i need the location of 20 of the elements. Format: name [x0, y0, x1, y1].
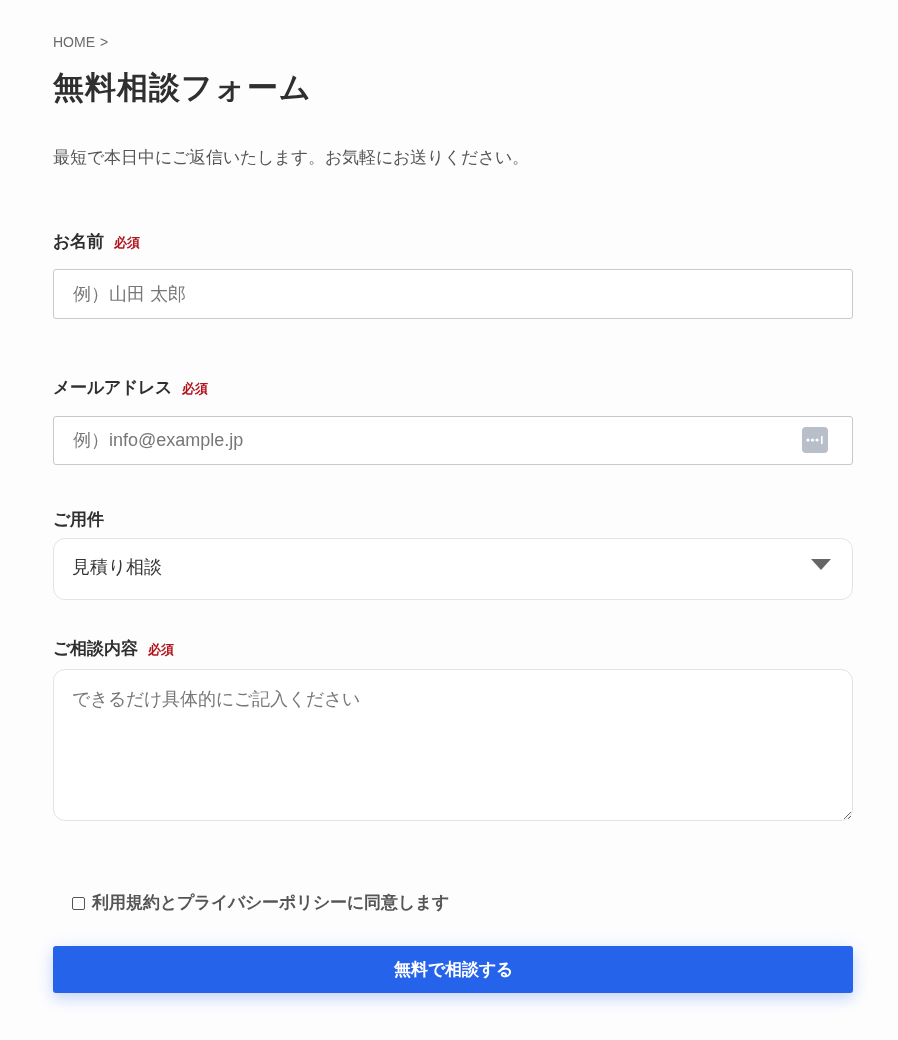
- lead-text: 最短で本日中にご返信いたします。お気軽にお送りください。: [53, 147, 530, 169]
- inquiry-type-select[interactable]: 見積り相談: [53, 538, 853, 600]
- field-label: メールアドレス: [53, 377, 172, 399]
- caret-icon: [811, 558, 831, 570]
- autofill-dots-icon[interactable]: [802, 427, 828, 453]
- consent-checkbox[interactable]: [72, 896, 85, 910]
- required-mark: 必須: [114, 234, 140, 252]
- submit-button[interactable]: 無料で相談する: [53, 946, 853, 993]
- required-mark: 必須: [182, 380, 208, 398]
- page-title: 無料相談フォーム: [53, 69, 313, 107]
- name-input-field[interactable]: 例）山田 太郎: [53, 269, 853, 319]
- field-label: ご用件: [53, 509, 104, 531]
- field-label: お名前: [53, 231, 104, 253]
- breadcrumb-separator: >: [100, 33, 109, 52]
- required-mark: 必須: [148, 641, 174, 659]
- field-label: ご相談内容: [53, 638, 138, 660]
- email-input-field[interactable]: 例）info@example.jp: [53, 416, 853, 465]
- breadcrumb-link[interactable]: HOME: [53, 32, 95, 52]
- consent-label[interactable]: 利用規約とプライバシーポリシーに同意します: [92, 891, 449, 915]
- message-textarea[interactable]: できるだけ具体的にご記入ください: [53, 669, 853, 821]
